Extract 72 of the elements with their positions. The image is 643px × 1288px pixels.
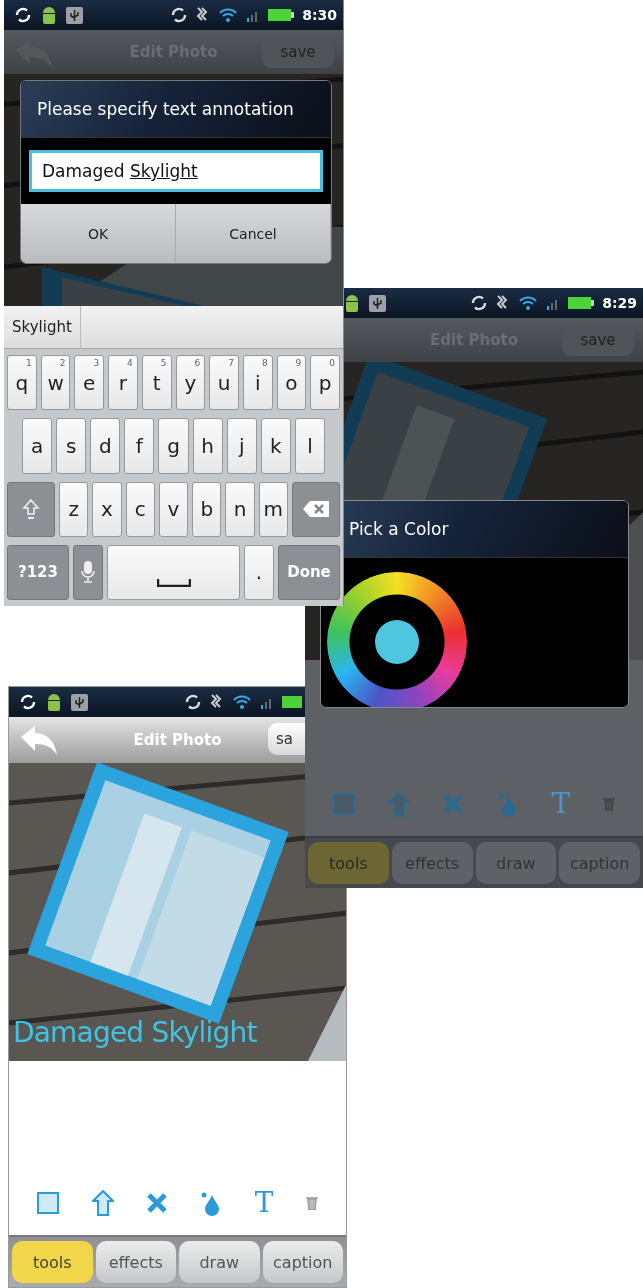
sync-icon	[19, 693, 37, 711]
key[interactable]: h	[192, 418, 223, 474]
wifi-icon	[518, 295, 539, 311]
tab[interactable]: tools	[12, 1241, 93, 1283]
shift-icon	[22, 498, 40, 521]
key[interactable]: 0 p	[310, 355, 341, 411]
key[interactable]: j	[226, 418, 257, 474]
usb-icon	[71, 693, 88, 711]
dialog-title: Pick a Color	[349, 519, 449, 539]
trash-icon[interactable]	[602, 797, 615, 811]
space-key[interactable]	[107, 544, 240, 600]
backspace-key[interactable]	[291, 481, 340, 537]
wifi-icon	[218, 7, 239, 23]
microphone-icon	[81, 560, 95, 585]
clock: 8:29	[602, 295, 637, 311]
microphone-key[interactable]	[73, 544, 103, 600]
sync-icon	[184, 693, 202, 711]
key[interactable]: f	[124, 418, 155, 474]
wifi-icon	[232, 694, 252, 710]
battery-icon	[568, 297, 595, 309]
key[interactable]: k	[260, 418, 291, 474]
key[interactable]: 7 u	[209, 355, 239, 411]
key[interactable]: d	[90, 418, 121, 474]
battery-icon	[282, 696, 302, 708]
key[interactable]: 2 w	[40, 355, 71, 411]
arrow-tool-icon[interactable]	[91, 1190, 114, 1216]
key[interactable]: n	[225, 481, 255, 537]
key[interactable]: 1 q	[7, 355, 37, 411]
key[interactable]: b	[192, 481, 222, 537]
clock: 8:30	[302, 7, 337, 23]
text-input-field[interactable]: Damaged Skylight	[29, 150, 323, 192]
dialog-title: Please specify text annotation	[37, 99, 294, 119]
rectangle-tool-icon[interactable]	[37, 1192, 60, 1214]
key[interactable]: g	[158, 418, 189, 474]
dialog-button[interactable]: OK	[21, 204, 176, 263]
shift-key[interactable]	[7, 481, 55, 537]
dialog-button[interactable]: Cancel	[176, 204, 331, 263]
key[interactable]: s	[56, 418, 87, 474]
sync-icon	[470, 294, 489, 312]
android-icon	[45, 691, 63, 713]
key[interactable]: 8 i	[242, 355, 273, 411]
trash-icon[interactable]	[305, 1196, 318, 1210]
key[interactable]: 9 o	[276, 355, 307, 411]
battery-icon	[268, 9, 295, 21]
key[interactable]: v	[158, 481, 189, 537]
caption-text: Damaged Skylight	[13, 1016, 257, 1049]
space-bar-icon	[156, 579, 191, 587]
key[interactable]: l	[294, 418, 325, 474]
key[interactable]: x	[92, 481, 122, 537]
sync-icon	[170, 6, 189, 24]
usb-icon	[66, 6, 83, 24]
android-icon	[343, 292, 361, 314]
key[interactable]: 6 y	[175, 355, 206, 411]
usb-icon	[369, 294, 386, 312]
key[interactable]: .	[244, 544, 274, 600]
backspace-icon	[301, 500, 330, 519]
key[interactable]: c	[125, 481, 155, 537]
tab[interactable]: effects	[95, 1241, 176, 1283]
screen-title: Edit Photo	[133, 731, 222, 749]
back-arrow-icon[interactable]	[19, 723, 59, 757]
android-icon	[40, 4, 58, 26]
key[interactable]: 3 e	[74, 355, 105, 411]
sync-icon	[14, 6, 32, 24]
tab[interactable]: draw	[179, 1241, 260, 1283]
key[interactable]: a	[22, 418, 53, 474]
tab[interactable]: caption	[262, 1241, 343, 1283]
key[interactable]: 4 r	[108, 355, 138, 411]
key[interactable]: 5 t	[141, 355, 172, 411]
save-button[interactable]: sa	[268, 723, 306, 755]
key[interactable]: m	[258, 481, 288, 537]
cross-icon[interactable]	[145, 1192, 168, 1214]
key[interactable]: z	[59, 481, 89, 537]
